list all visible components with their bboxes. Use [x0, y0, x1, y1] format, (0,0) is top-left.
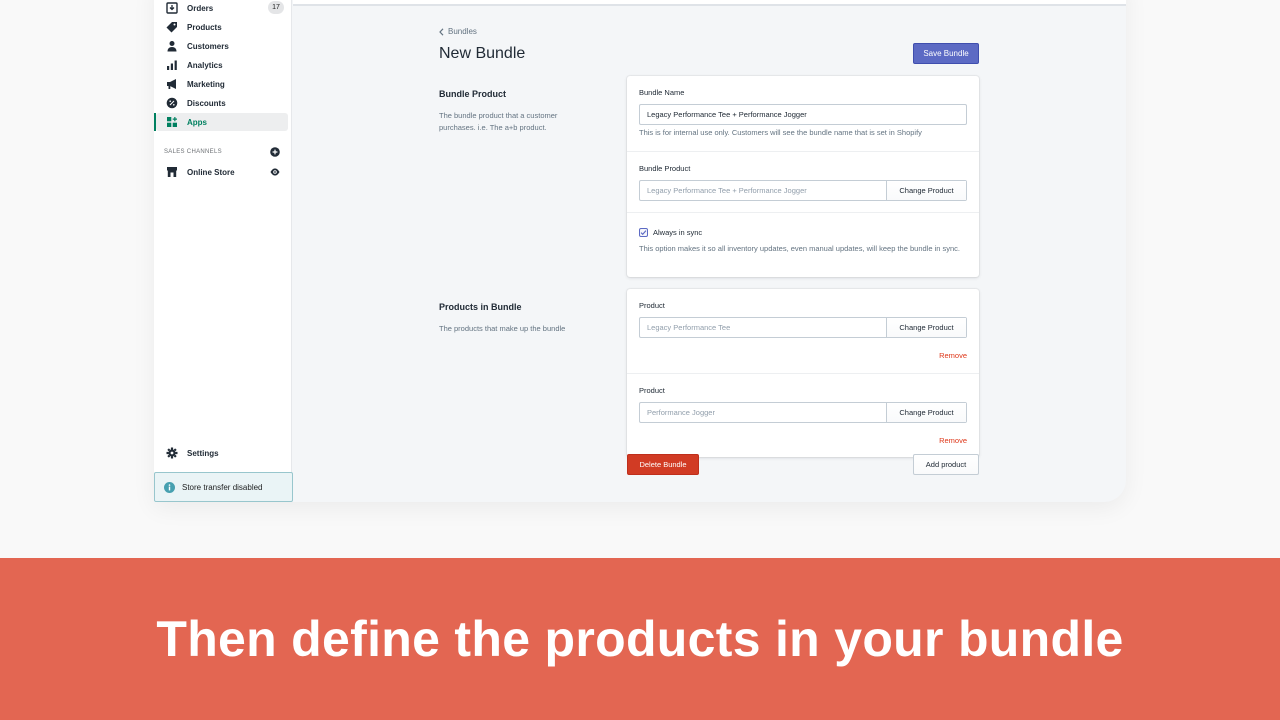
save-bundle-button[interactable]: Save Bundle [913, 43, 979, 64]
change-product-button[interactable]: Change Product [886, 318, 966, 337]
app-window: Orders 17 Products Customers Analytics M… [154, 0, 1126, 502]
orders-icon [166, 2, 178, 14]
checkmark-icon [640, 230, 647, 236]
sidebar-item-label: Customers [187, 41, 229, 51]
sidebar-item-label: Marketing [187, 79, 225, 89]
orders-count-badge: 17 [268, 1, 284, 14]
tag-icon [166, 21, 178, 33]
megaphone-icon [166, 78, 178, 90]
bundle-product-field-section: Bundle Product Legacy Performance Tee + … [627, 151, 979, 212]
remove-product-link[interactable]: Remove [939, 436, 967, 445]
always-in-sync-help: This option makes it so all inventory up… [639, 244, 961, 253]
gear-icon [166, 447, 178, 459]
product-label: Product [639, 386, 665, 395]
sidebar-item-analytics[interactable]: Analytics [156, 56, 288, 74]
sidebar-item-label: Online Store [187, 167, 235, 177]
products-in-bundle-description: The products that make up the bundle [439, 324, 566, 333]
page-title: New Bundle [439, 45, 526, 62]
bundle-name-help: This is for internal use only. Customers… [639, 128, 922, 137]
sidebar: Orders 17 Products Customers Analytics M… [154, 0, 293, 502]
remove-product-link[interactable]: Remove [939, 351, 967, 360]
sync-section: Always in sync This option makes it so a… [627, 212, 979, 276]
sidebar-item-label: Analytics [187, 60, 223, 70]
bundle-product-description: The bundle product that a customer purch… [439, 111, 558, 132]
product-row: Product Legacy Performance Tee Change Pr… [627, 289, 979, 373]
top-bar [293, 0, 1126, 6]
bar-chart-icon [166, 59, 178, 71]
add-product-button[interactable]: Add product [913, 454, 979, 475]
product-input[interactable]: Performance Jogger [640, 403, 886, 422]
bundle-product-card: Bundle Name Legacy Performance Tee + Per… [627, 76, 979, 277]
bundle-name-input[interactable]: Legacy Performance Tee + Performance Jog… [639, 104, 967, 125]
always-in-sync-label: Always in sync [653, 228, 703, 237]
change-product-button[interactable]: Change Product [886, 403, 966, 422]
sidebar-item-products[interactable]: Products [156, 18, 288, 36]
view-online-store-button[interactable] [270, 167, 280, 177]
store-transfer-text: Store transfer disabled [182, 482, 263, 492]
product-input[interactable]: Legacy Performance Tee [640, 318, 886, 337]
product-row: Product Performance Jogger Change Produc… [627, 373, 979, 457]
sales-channels-heading: SALES CHANNELS [164, 149, 222, 155]
change-bundle-product-button[interactable]: Change Product [886, 181, 966, 200]
sidebar-item-label: Apps [187, 117, 207, 127]
bundle-name-label: Bundle Name [639, 88, 685, 97]
store-transfer-banner: Store transfer disabled [154, 472, 293, 502]
sidebar-item-label: Settings [187, 448, 219, 458]
add-sales-channel-button[interactable] [270, 147, 280, 157]
products-in-bundle-card: Product Legacy Performance Tee Change Pr… [627, 289, 979, 457]
info-icon [164, 481, 175, 493]
sidebar-item-discounts[interactable]: Discounts [156, 94, 288, 112]
sidebar-item-apps[interactable]: Apps [156, 113, 288, 131]
caption-banner: Then define the products in your bundle [0, 558, 1280, 720]
sidebar-item-marketing[interactable]: Marketing [156, 75, 288, 93]
sidebar-item-orders[interactable]: Orders 17 [156, 0, 288, 17]
caption-text: Then define the products in your bundle [156, 611, 1124, 667]
store-icon [166, 166, 178, 178]
breadcrumb-bundles[interactable]: Bundles [439, 27, 477, 36]
bundle-product-label: Bundle Product [639, 164, 691, 173]
delete-bundle-button[interactable]: Delete Bundle [627, 454, 699, 475]
plus-circle-icon [270, 147, 280, 157]
sidebar-item-customers[interactable]: Customers [156, 37, 288, 55]
eye-icon [270, 168, 280, 176]
sidebar-item-settings[interactable]: Settings [156, 444, 288, 462]
sidebar-item-label: Products [187, 22, 222, 32]
sidebar-item-label: Discounts [187, 98, 226, 108]
bundle-product-input[interactable]: Legacy Performance Tee + Performance Jog… [640, 181, 886, 200]
products-in-bundle-heading: Products in Bundle [439, 302, 522, 312]
bundle-name-section: Bundle Name Legacy Performance Tee + Per… [627, 76, 979, 151]
person-icon [166, 40, 178, 52]
breadcrumb-label: Bundles [448, 27, 477, 36]
product-label: Product [639, 301, 665, 310]
product-field: Legacy Performance Tee Change Product [639, 317, 967, 338]
apps-icon [166, 116, 178, 128]
bundle-product-heading: Bundle Product [439, 89, 506, 99]
sidebar-item-online-store[interactable]: Online Store [156, 163, 288, 181]
product-field: Performance Jogger Change Product [639, 402, 967, 423]
discount-icon [166, 97, 178, 109]
bundle-product-field: Legacy Performance Tee + Performance Jog… [639, 180, 967, 201]
sidebar-item-label: Orders [187, 3, 214, 13]
always-in-sync-checkbox[interactable] [639, 228, 648, 237]
chevron-left-icon [439, 27, 444, 36]
